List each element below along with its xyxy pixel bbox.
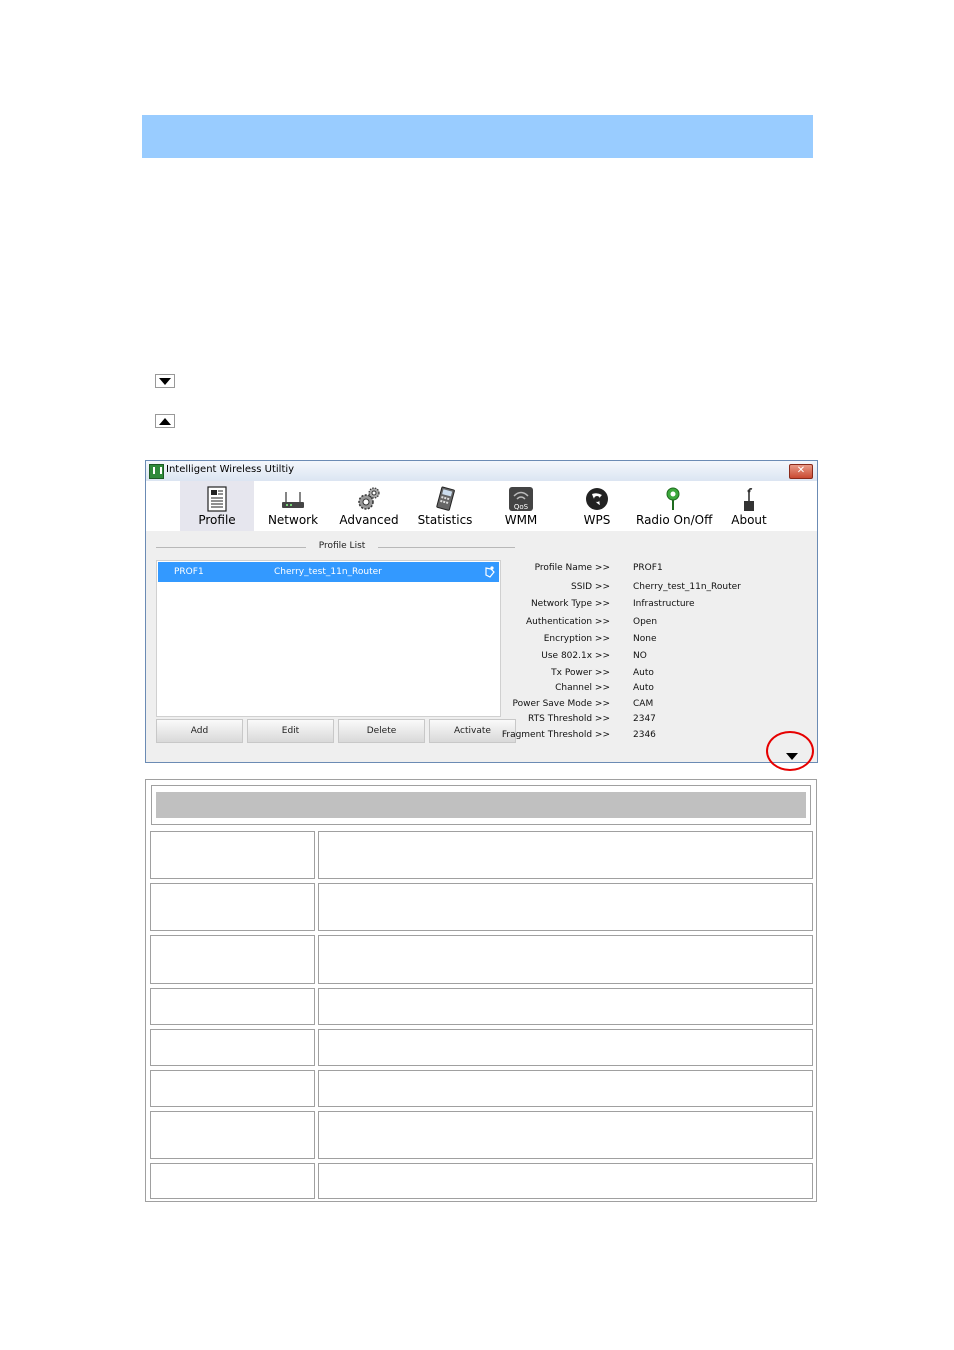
profile-icon [207,486,227,512]
network-icon [282,492,304,508]
detail-value: Auto [633,668,654,678]
detail-value: 2346 [633,730,656,740]
table-header-bar [156,792,806,818]
table-cell [150,1111,315,1159]
toolbar: Profile Network Advanced Statistics QoS … [146,481,817,531]
tab-label: Network [267,513,319,527]
table-cell [318,883,813,931]
expand-arrow-sample [155,374,175,388]
table-cell [318,1111,813,1159]
table-cell [318,1029,813,1066]
detail-value: Cherry_test_11n_Router [633,582,741,592]
table-cell [150,988,315,1025]
delete-button[interactable]: Delete [338,719,425,743]
divider [378,547,515,548]
detail-key: Channel >> [555,683,610,693]
svg-text:QoS: QoS [514,503,529,511]
active-profile-icon [485,566,495,578]
table-cell [318,831,813,879]
tab-network[interactable]: Network [256,481,330,531]
radio-icon [666,487,680,510]
detail-key: Power Save Mode >> [512,699,611,709]
detail-value: NO [633,651,647,661]
detail-value: PROF1 [633,563,663,573]
section-header-band [142,115,813,158]
about-icon [744,488,754,511]
detail-value: Infrastructure [633,599,695,609]
profile-name-cell: PROF1 [174,567,204,577]
detail-key: Profile Name >> [534,563,610,573]
detail-value: None [633,634,657,644]
table-cell [150,1070,315,1107]
edit-button[interactable]: Edit [247,719,334,743]
statistics-icon [436,486,455,511]
wmm-icon: QoS [509,487,533,511]
table-cell [150,883,315,931]
detail-key: Use 802.1x >> [541,651,610,661]
detail-value: 2347 [633,714,656,724]
tab-wps[interactable]: WPS [560,481,634,531]
app-icon [149,464,164,479]
profile-list[interactable]: PROF1 Cherry_test_11n_Router [156,560,501,717]
profile-row[interactable]: PROF1 Cherry_test_11n_Router [158,562,499,582]
detail-key: RTS Threshold >> [528,714,610,724]
tab-label: Statistics [417,513,473,527]
detail-key: Encryption >> [543,634,610,644]
window-title: Intelligent Wireless Utiltiy [166,464,295,475]
close-button[interactable]: ✕ [789,464,813,479]
advanced-icon [358,487,380,510]
highlight-circle [766,731,814,771]
collapse-arrow-sample [155,414,175,428]
tab-label: WMM [504,513,538,527]
table-cell [150,1163,315,1199]
tab-label: Advanced [339,513,399,527]
profile-ssid-cell: Cherry_test_11n_Router [274,567,382,577]
tab-label: Profile [198,513,236,527]
divider [156,547,306,548]
tab-statistics[interactable]: Statistics [408,481,482,531]
triangle-down-icon [159,377,171,385]
detail-value: Open [633,617,658,627]
table-cell [318,935,813,984]
detail-key: Tx Power >> [551,668,610,678]
detail-value: CAM [633,699,654,709]
profile-panel: Profile List PROF1 Cherry_test_11n_Route… [146,531,817,762]
tab-about[interactable]: About [712,481,786,531]
triangle-up-icon [159,417,171,425]
table-cell [318,1163,813,1199]
table-cell [150,831,315,879]
tab-label: Radio On/Off [636,513,713,527]
table-cell [150,1029,315,1066]
tab-radio-on-off[interactable]: Radio On/Off [636,481,713,531]
detail-key: SSID >> [571,582,610,592]
add-button[interactable]: Add [156,719,243,743]
table-cell [150,935,315,984]
utility-window: Intelligent Wireless Utiltiy ✕ Profile N… [145,460,818,763]
tab-wmm[interactable]: QoS WMM [484,481,558,531]
tab-label: About [731,513,767,527]
wps-icon [586,488,608,510]
tab-profile[interactable]: Profile [180,481,254,531]
table-cell [318,1070,813,1107]
detail-key: Authentication >> [525,617,610,627]
table-cell [318,988,813,1025]
table-header [151,785,811,825]
description-table [145,779,817,1202]
profile-list-title: Profile List [318,541,366,551]
tab-label: WPS [583,513,611,527]
title-bar: Intelligent Wireless Utiltiy ✕ [146,461,817,482]
detail-key: Fragment Threshold >> [501,730,610,740]
detail-key: Network Type >> [530,599,610,609]
tab-advanced[interactable]: Advanced [332,481,406,531]
detail-value: Auto [633,683,654,693]
